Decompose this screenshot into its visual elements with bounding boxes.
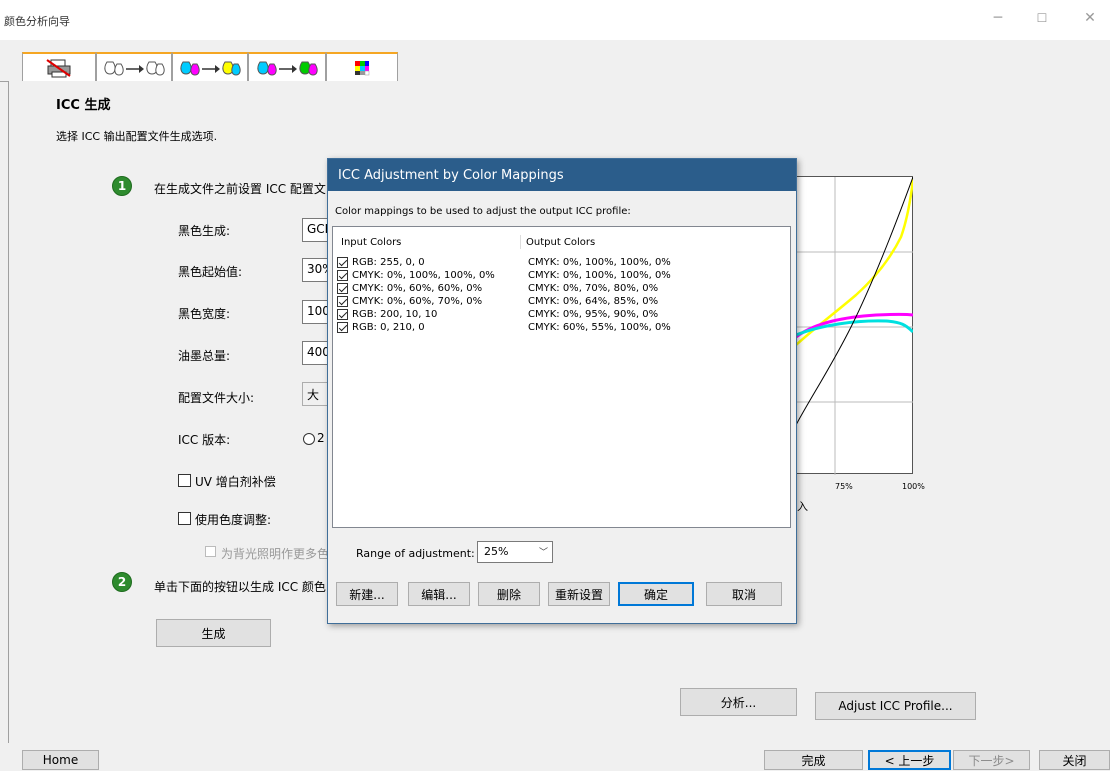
mapping-row[interactable]: CMYK: 0%, 100%, 100%, 0% CMYK: 0%, 100%,… (337, 269, 671, 282)
uv-brightener-checkbox[interactable] (178, 474, 191, 487)
title-bar: 颜色分析向导 ─ ☐ ✕ (0, 0, 1110, 40)
icc-version-label: ICC 版本: (178, 433, 231, 447)
ink-curve-chart (796, 176, 913, 475)
series-magenta-line (796, 312, 913, 339)
mapping-checkbox[interactable] (337, 296, 348, 307)
mapping-output: CMYK: 0%, 70%, 80%, 0% (528, 283, 659, 294)
page-title: ICC 生成 (56, 98, 111, 113)
mapping-output: CMYK: 0%, 64%, 85%, 0% (528, 296, 659, 307)
generate-button[interactable]: 生成 (156, 619, 271, 647)
range-label: Range of adjustment: (356, 547, 475, 560)
mapping-input: RGB: 0, 210, 0 (352, 322, 425, 333)
x-tick-100: 100% (902, 482, 925, 491)
backlight-label: 为背光照明作更多色 (221, 547, 330, 561)
ink-transfer-icon-1 (104, 61, 165, 76)
mapping-input: RGB: 200, 10, 10 (352, 309, 438, 320)
mapping-checkbox[interactable] (337, 270, 348, 281)
mapping-row[interactable]: RGB: 0, 210, 0 CMYK: 60%, 55%, 100%, 0% (337, 321, 671, 334)
mapping-checkbox[interactable] (337, 309, 348, 320)
total-ink-label: 油墨总量: (178, 349, 231, 363)
next-button[interactable]: 下一步> (953, 750, 1030, 770)
icc-version-option-label: 2 (317, 431, 325, 445)
profile-size-label: 配置文件大小: (178, 391, 255, 405)
icc-adjustment-dialog: ICC Adjustment by Color Mappings Color m… (327, 158, 797, 624)
home-button[interactable]: Home (22, 750, 99, 770)
mapping-output: CMYK: 0%, 100%, 100%, 0% (528, 257, 671, 268)
delete-button[interactable]: 删除 (478, 582, 540, 606)
mapping-row[interactable]: CMYK: 0%, 60%, 60%, 0% CMYK: 0%, 70%, 80… (337, 282, 658, 295)
tab-ink-transfer-1[interactable] (96, 52, 172, 82)
uv-brightener-label: UV 增白剂补偿 (195, 475, 276, 489)
color-adjust-checkbox[interactable] (178, 512, 191, 525)
window-title: 颜色分析向导 (4, 15, 70, 28)
tab-color-chart[interactable] (326, 52, 398, 82)
tab-ink-transfer-3[interactable] (248, 52, 326, 82)
mapping-row[interactable]: CMYK: 0%, 60%, 70%, 0% CMYK: 0%, 64%, 85… (337, 295, 658, 308)
mapping-checkbox[interactable] (337, 257, 348, 268)
wizard-tab-strip (0, 40, 1110, 82)
series-cyan-line (796, 319, 913, 337)
mapping-checkbox[interactable] (337, 283, 348, 294)
back-button[interactable]: < 上一步 (868, 750, 951, 770)
finish-button[interactable]: 完成 (764, 750, 863, 770)
tab-ink-transfer-2[interactable] (172, 52, 248, 82)
x-tick-75: 75% (835, 482, 853, 491)
range-value: 25% (484, 545, 509, 558)
new-button[interactable]: 新建... (336, 582, 398, 606)
black-start-label: 黑色起始值: (178, 265, 243, 279)
mapping-row[interactable]: RGB: 255, 0, 0 CMYK: 0%, 100%, 100%, 0% (337, 256, 671, 269)
color-analysis-wizard-window: 颜色分析向导 ─ ☐ ✕ ICC 生成 选择 ICC 输出配置文件生成选项. 1… (0, 0, 1110, 771)
icc-version-radio[interactable] (303, 433, 315, 445)
close-button[interactable]: 关闭 (1039, 750, 1110, 770)
printer-icon (46, 59, 71, 78)
close-icon[interactable]: ✕ (1078, 10, 1102, 26)
x-axis-label-fragment: 入 (797, 500, 808, 513)
column-divider[interactable] (520, 235, 521, 249)
mapping-row[interactable]: RGB: 200, 10, 10 CMYK: 0%, 95%, 90%, 0% (337, 308, 658, 321)
mapping-input: RGB: 255, 0, 0 (352, 257, 425, 268)
black-generation-label: 黑色生成: (178, 224, 231, 238)
step-1-text: 在生成文件之前设置 ICC 配置文 (154, 182, 326, 196)
page-subtitle: 选择 ICC 输出配置文件生成选项. (56, 130, 218, 143)
ok-button[interactable]: 确定 (618, 582, 694, 606)
chevron-down-icon: ﹀ (538, 548, 548, 558)
analyze-button[interactable]: 分析... (680, 688, 797, 716)
wizard-footer: Home 完成 < 上一步 下一步> 关闭 (0, 743, 1110, 771)
reset-button[interactable]: 重新设置 (548, 582, 610, 606)
ink-transfer-icon-2 (180, 61, 241, 76)
ink-curve-plot (796, 177, 913, 475)
dialog-description: Color mappings to be used to adjust the … (335, 206, 631, 217)
edit-button[interactable]: 编辑... (408, 582, 470, 606)
color-mappings-list[interactable]: Input Colors Output Colors RGB: 255, 0, … (332, 226, 791, 528)
cancel-button[interactable]: 取消 (706, 582, 782, 606)
backlight-checkbox[interactable] (205, 546, 216, 557)
step-2-text: 单击下面的按钮以生成 ICC 颜色 (154, 580, 326, 594)
mapping-output: CMYK: 60%, 55%, 100%, 0% (528, 322, 671, 333)
minimize-icon[interactable]: ─ (986, 10, 1010, 26)
series-black-line (796, 177, 913, 426)
adjust-icc-profile-button[interactable]: Adjust ICC Profile... (815, 692, 976, 720)
col-header-output[interactable]: Output Colors (526, 237, 595, 248)
dialog-title: ICC Adjustment by Color Mappings (328, 159, 796, 191)
color-adjust-label: 使用色度调整: (195, 513, 272, 527)
col-header-input[interactable]: Input Colors (341, 237, 401, 248)
step-1-icon: 1 (112, 176, 132, 196)
color-chart-icon (355, 61, 370, 76)
black-width-label: 黑色宽度: (178, 307, 231, 321)
mapping-input: CMYK: 0%, 60%, 70%, 0% (352, 296, 483, 307)
mapping-input: CMYK: 0%, 100%, 100%, 0% (352, 270, 495, 281)
mapping-checkbox[interactable] (337, 322, 348, 333)
ink-transfer-icon-3 (257, 61, 318, 76)
mapping-output: CMYK: 0%, 100%, 100%, 0% (528, 270, 671, 281)
maximize-icon[interactable]: ☐ (1030, 11, 1054, 25)
range-select[interactable]: 25% ﹀ (477, 541, 553, 563)
mapping-input: CMYK: 0%, 60%, 60%, 0% (352, 283, 483, 294)
step-2-icon: 2 (112, 572, 132, 592)
mapping-output: CMYK: 0%, 95%, 90%, 0% (528, 309, 659, 320)
tab-printer[interactable] (22, 52, 96, 82)
